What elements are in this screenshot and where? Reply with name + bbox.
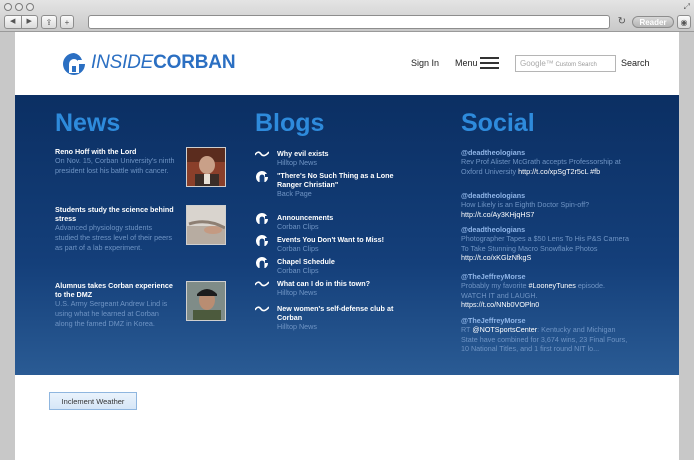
corban-c-icon [256, 213, 268, 224]
social-hashtag[interactable]: #LooneyTunes [529, 281, 576, 290]
social-text: Probably my favorite [461, 281, 527, 290]
blog-source: Hilltop News [277, 288, 317, 297]
wave-icon [255, 281, 269, 287]
corban-c-icon [256, 171, 268, 182]
share-icon[interactable]: ⇪ [41, 15, 57, 29]
wave-icon [255, 306, 269, 312]
social-post: @deadtheologians How Likely is an Eighth… [461, 191, 631, 219]
blogs-heading[interactable]: Blogs [255, 109, 324, 138]
social-link[interactable]: http://t.co/Ay3KHjqHS7 [461, 210, 534, 219]
social-post: @deadtheologians Photographer Tapes a $5… [461, 225, 631, 263]
news-item[interactable]: Reno Hoff with the Lord On Nov. 15, Corb… [55, 147, 235, 187]
blog-source: Corban Clips [277, 244, 319, 253]
news-item[interactable]: Students study the science behind stress… [55, 205, 235, 253]
blog-source: Back Page [277, 189, 312, 198]
social-handle[interactable]: @TheJeffreyMorse [461, 316, 631, 325]
blog-text: Chapel Schedule Corban Clips [277, 257, 407, 275]
blog-text: "There's No Such Thing as a Lone Ranger … [277, 171, 407, 198]
blog-source: Corban Clips [277, 222, 319, 231]
blog-text: New women's self-defense club at Corban H… [277, 304, 407, 331]
news-item[interactable]: Alumnus takes Corban experience to the D… [55, 281, 235, 329]
news-description: On Nov. 15, Corban University's ninth pr… [55, 156, 175, 175]
social-handle[interactable]: @TheJeffreyMorse [461, 272, 631, 281]
search-placeholder: Custom Search [555, 62, 597, 68]
browser-toolbar: ⤢ ◀ ▶ ⇪ + ↻ Reader ◉ [0, 0, 694, 32]
blog-text: What can I do in this town? Hilltop News [277, 279, 407, 297]
corban-c-icon [256, 257, 268, 268]
logo-inside: INSIDE [91, 52, 154, 73]
social-post: @TheJeffreyMorse Probably my favorite #L… [461, 272, 631, 310]
news-photo-lab[interactable] [186, 205, 226, 245]
news-title[interactable]: Reno Hoff with the Lord [55, 147, 180, 156]
social-text: Photographer Tapes a $50 Lens To His P&S… [461, 234, 629, 253]
social-link[interactable]: http://t.co/xpSgT2r5cL #fb [518, 167, 600, 176]
news-title[interactable]: Alumnus takes Corban experience to the D… [55, 281, 180, 299]
back-forward-buttons: ◀ ▶ [4, 15, 38, 29]
search-button[interactable]: Search [621, 58, 650, 68]
blog-title[interactable]: Chapel Schedule [277, 257, 407, 266]
blog-source: Hilltop News [277, 322, 317, 331]
reader-button[interactable]: Reader [632, 16, 674, 28]
back-icon[interactable]: ◀ [5, 16, 21, 28]
blog-text: Why evil exists Hilltop News [277, 149, 407, 167]
address-bar[interactable] [88, 15, 610, 29]
social-post: @TheJeffreyMorse RT @NOTSportsCenter: Ke… [461, 316, 631, 354]
search-input[interactable]: Google™ Custom Search [515, 55, 616, 72]
blog-text: Events You Don't Want to Miss! Corban Cli… [277, 235, 407, 253]
news-title[interactable]: Students study the science behind stress [55, 205, 180, 223]
news-photo-soldier[interactable] [186, 281, 226, 321]
zoom-window-button[interactable] [26, 3, 34, 11]
news-description: Advanced physiology students studied the… [55, 223, 173, 252]
news-heading[interactable]: News [55, 109, 120, 138]
blog-title[interactable]: New women's self-defense club at Corban [277, 304, 407, 322]
news-photo-portrait[interactable] [186, 147, 226, 187]
blog-source: Corban Clips [277, 266, 319, 275]
social-heading[interactable]: Social [461, 109, 535, 138]
google-brand-label: Google™ [520, 59, 554, 68]
hero-section: News Reno Hoff with the Lord On Nov. 15,… [15, 95, 679, 375]
web-page: INSIDECORBAN Sign In Menu Google™ Custom… [15, 32, 679, 460]
site-logo-text[interactable]: INSIDECORBAN [91, 52, 236, 74]
hamburger-menu-icon[interactable] [480, 57, 499, 69]
blog-title[interactable]: Why evil exists [277, 149, 407, 158]
fullscreen-icon[interactable]: ⤢ [684, 2, 690, 12]
site-header: INSIDECORBAN Sign In Menu Google™ Custom… [15, 32, 679, 95]
blog-title[interactable]: What can I do in this town? [277, 279, 407, 288]
social-text: RT [461, 325, 471, 334]
social-post: @deadtheologians Rev Prof Alister McGrat… [461, 148, 631, 176]
logo-corban: CORBAN [153, 52, 236, 73]
downloads-icon[interactable]: ◉ [677, 15, 691, 29]
social-mention[interactable]: @NOTSportsCenter [472, 325, 537, 334]
new-tab-button[interactable]: + [60, 15, 74, 29]
news-description: U.S. Army Sergeant Andrew Lind is using … [55, 299, 168, 328]
inclement-weather-button[interactable]: Inclement Weather [49, 392, 137, 410]
social-link[interactable]: http://t.co/xKGlzNfkgS [461, 253, 531, 262]
social-link[interactable]: https://t.co/NNb0VOPln0 [461, 300, 539, 309]
blog-title[interactable]: "There's No Such Thing as a Lone Ranger … [277, 171, 407, 189]
blog-title[interactable]: Announcements [277, 213, 407, 222]
social-handle[interactable]: @deadtheologians [461, 225, 631, 234]
sign-in-link[interactable]: Sign In [411, 58, 439, 68]
menu-label[interactable]: Menu [455, 58, 478, 68]
blog-title[interactable]: Events You Don't Want to Miss! [277, 235, 407, 244]
forward-icon[interactable]: ▶ [20, 16, 38, 28]
window-controls [4, 3, 34, 11]
social-handle[interactable]: @deadtheologians [461, 191, 631, 200]
blog-text: Announcements Corban Clips [277, 213, 407, 231]
corban-logo-icon[interactable] [60, 50, 88, 78]
social-handle[interactable]: @deadtheologians [461, 148, 631, 157]
corban-c-icon [256, 235, 268, 246]
minimize-window-button[interactable] [15, 3, 23, 11]
blog-source: Hilltop News [277, 158, 317, 167]
reload-icon[interactable]: ↻ [618, 15, 626, 29]
social-text: How Likely is an Eighth Doctor Spin-off? [461, 200, 590, 209]
wave-icon [255, 151, 269, 157]
close-window-button[interactable] [4, 3, 12, 11]
